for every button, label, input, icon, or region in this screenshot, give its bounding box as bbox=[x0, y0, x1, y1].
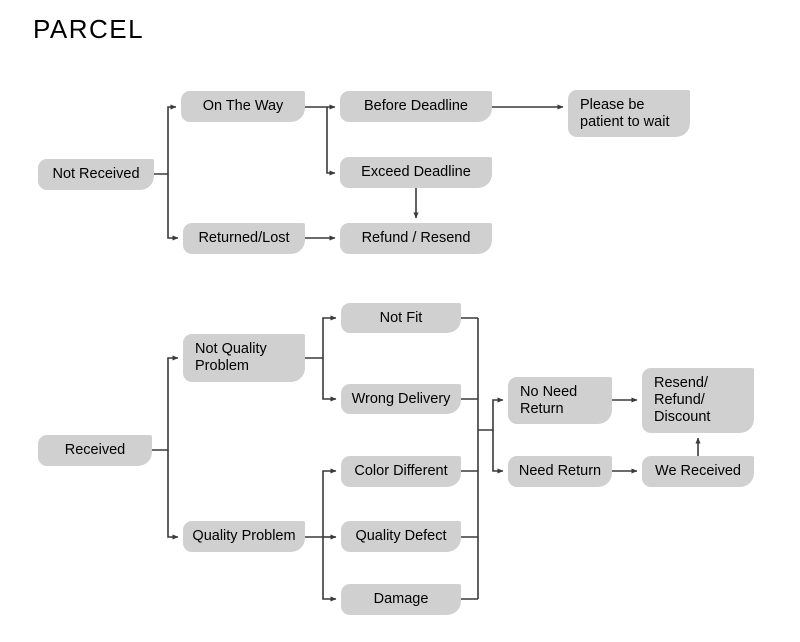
node-label: Returned/Lost bbox=[198, 230, 290, 246]
edge-received-to-quality-problem bbox=[167, 450, 179, 540]
node-label: Received bbox=[64, 442, 126, 458]
node-quality-problem[interactable]: Quality Problem bbox=[183, 521, 305, 552]
edge-merge-to-need-return bbox=[492, 430, 504, 474]
node-exceed-deadline[interactable]: Exceed Deadline bbox=[340, 157, 492, 188]
page-title: PARCEL bbox=[33, 14, 145, 44]
node-label: Quality Defect bbox=[355, 528, 447, 544]
node-we-received[interactable]: We Received bbox=[642, 456, 754, 487]
edge-quality-problem-to-color bbox=[305, 468, 337, 538]
node-label: Color Different bbox=[354, 463, 448, 479]
node-no-need-return[interactable]: No Need Return bbox=[508, 377, 612, 424]
node-before-deadline[interactable]: Before Deadline bbox=[340, 91, 492, 122]
node-returned-lost[interactable]: Returned/Lost bbox=[183, 223, 305, 254]
node-label: Damage bbox=[373, 591, 429, 607]
edge-merge-to-no-need-return bbox=[478, 397, 504, 431]
node-label: Exceed Deadline bbox=[361, 164, 471, 180]
node-label: Wrong Delivery bbox=[351, 390, 451, 407]
node-on-the-way[interactable]: On The Way bbox=[181, 91, 305, 122]
node-label: Before Deadline bbox=[364, 98, 468, 114]
node-label: On The Way bbox=[202, 98, 284, 114]
node-label: Refund / Resend bbox=[361, 230, 471, 246]
node-not-fit[interactable]: Not Fit bbox=[341, 303, 461, 333]
edge-not-quality-to-wrong-delivery bbox=[322, 358, 337, 402]
node-color-different[interactable]: Color Different bbox=[341, 456, 461, 487]
edge-not-quality-to-not-fit bbox=[305, 315, 337, 359]
node-need-return[interactable]: Need Return bbox=[508, 456, 612, 487]
node-label: Not Fit bbox=[379, 309, 423, 326]
edge-not-received-to-returned-lost bbox=[167, 174, 179, 241]
node-label: Quality Problem bbox=[192, 528, 296, 544]
edge-on-the-way-to-exceed-deadline bbox=[326, 107, 336, 176]
node-received[interactable]: Received bbox=[38, 435, 152, 466]
node-label: We Received bbox=[655, 463, 741, 479]
node-label: Not Received bbox=[52, 166, 140, 182]
edge-received-to-not-quality bbox=[152, 355, 179, 451]
node-label: Need Return bbox=[518, 463, 602, 479]
node-label: Please be patient to wait bbox=[580, 96, 670, 130]
node-damage[interactable]: Damage bbox=[341, 584, 461, 615]
node-please-be-patient[interactable]: Please be patient to wait bbox=[568, 90, 690, 137]
node-not-quality[interactable]: Not Quality Problem bbox=[183, 334, 305, 382]
node-not-received[interactable]: Not Received bbox=[38, 159, 154, 190]
node-resend-refund[interactable]: Resend/ Refund/ Discount bbox=[642, 368, 754, 433]
node-wrong-delivery[interactable]: Wrong Delivery bbox=[341, 384, 461, 414]
node-label: No Need Return bbox=[520, 383, 578, 417]
flowchart-canvas: PARCEL Not Received On The Way Returned/Lo… bbox=[0, 0, 800, 642]
node-label: Not Quality Problem bbox=[195, 341, 267, 374]
edge-quality-problem-to-damage bbox=[322, 537, 337, 602]
edge-not-received-to-on-the-way bbox=[154, 104, 177, 175]
node-label: Resend/ Refund/ Discount bbox=[654, 375, 711, 425]
node-quality-defect[interactable]: Quality Defect bbox=[341, 521, 461, 552]
node-refund-resend[interactable]: Refund / Resend bbox=[340, 223, 492, 254]
